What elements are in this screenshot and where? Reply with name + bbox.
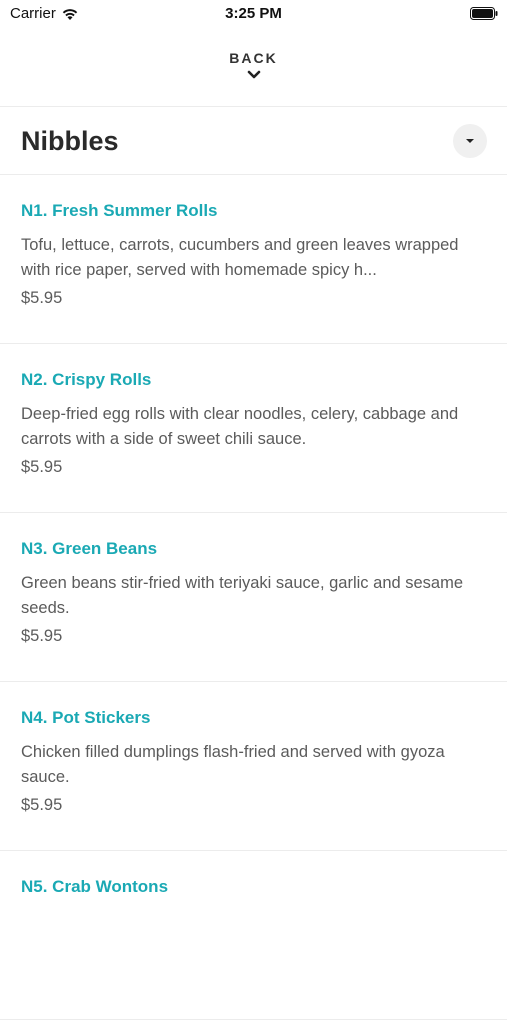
item-name: N5. Crab Wontons <box>21 877 169 896</box>
item-name: N1. Fresh Summer Rolls <box>21 201 218 220</box>
caret-down-icon <box>466 139 474 143</box>
menu-item[interactable]: N1. Fresh Summer Rolls Tofu, lettuce, ca… <box>0 175 507 344</box>
menu-list: N1. Fresh Summer Rolls Tofu, lettuce, ca… <box>0 175 507 1020</box>
item-price: $5.95 <box>21 458 63 476</box>
status-time: 3:25 PM <box>225 5 282 22</box>
section-title: Nibbles <box>21 126 119 156</box>
chevron-down-icon <box>247 70 260 79</box>
item-description: Deep-fried egg rolls with clear noodles,… <box>21 405 459 448</box>
menu-item[interactable]: N5. Crab Wontons <box>0 851 507 1020</box>
back-label: BACK <box>229 50 278 66</box>
menu-item[interactable]: N3. Green Beans Green beans stir-fried w… <box>0 513 507 682</box>
menu-item[interactable]: N2. Crispy Rolls Deep-fried egg rolls wi… <box>0 344 507 513</box>
status-bar: Carrier 3:25 PM <box>0 0 507 30</box>
battery-icon <box>470 7 498 20</box>
item-description: Tofu, lettuce, carrots, cucumbers and gr… <box>21 236 459 279</box>
item-name: N2. Crispy Rolls <box>21 370 152 389</box>
item-price: $5.95 <box>21 627 63 645</box>
item-price: $5.95 <box>21 796 63 814</box>
section-header: Nibbles <box>0 108 507 174</box>
item-price: $5.95 <box>21 289 63 307</box>
item-description: Green beans stir-fried with teriyaki sau… <box>21 574 464 617</box>
menu-item[interactable]: N4. Pot Stickers Chicken filled dumpling… <box>0 682 507 851</box>
item-name: N4. Pot Stickers <box>21 708 151 727</box>
item-name: N3. Green Beans <box>21 539 158 558</box>
category-dropdown-button[interactable] <box>453 124 487 158</box>
back-button[interactable]: BACK <box>0 42 507 102</box>
divider <box>0 106 507 107</box>
item-description: Chicken filled dumplings flash-fried and… <box>21 743 445 786</box>
